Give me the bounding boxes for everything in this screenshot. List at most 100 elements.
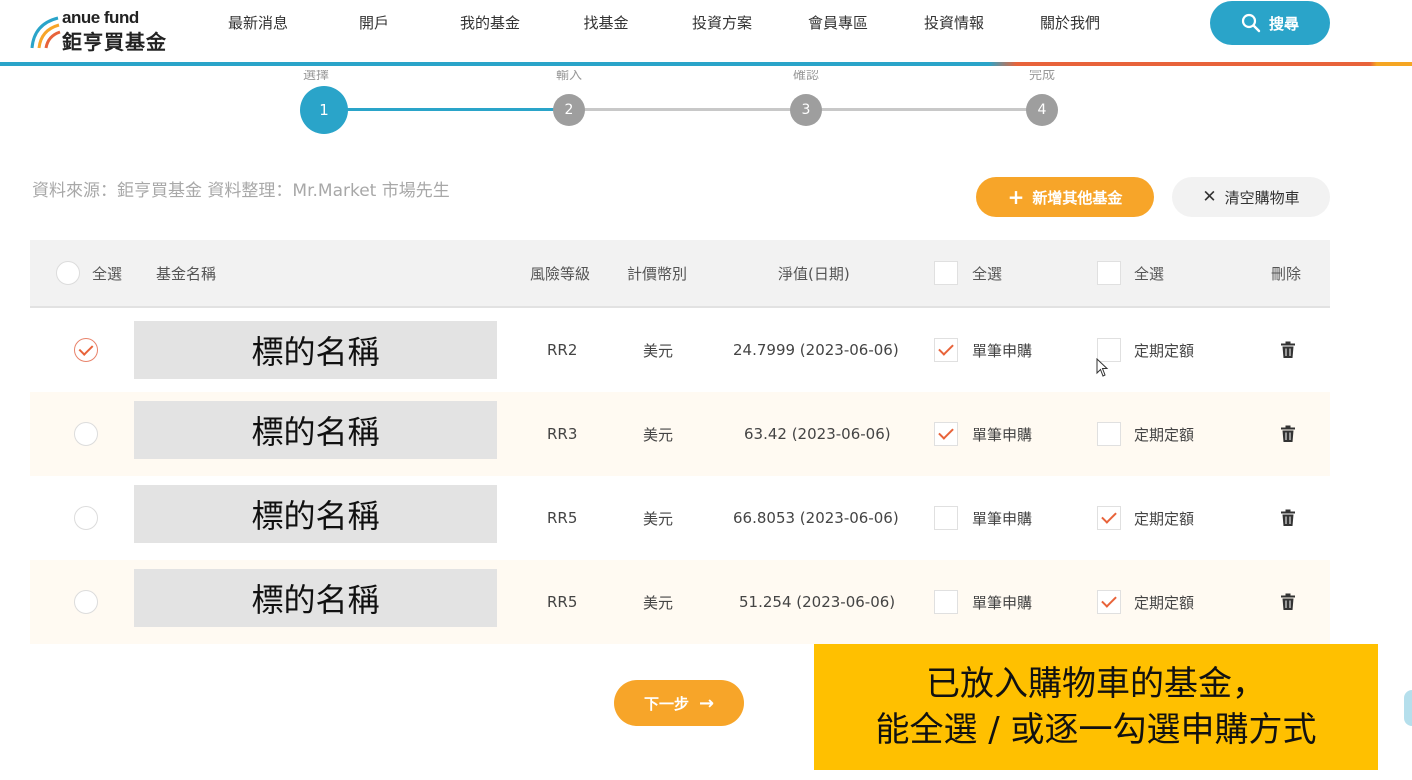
nav-item-find-fund[interactable]: 找基金: [548, 12, 664, 36]
single-checkbox-wrap: [934, 560, 958, 644]
nav-value: 66.8053 (2023-06-06): [733, 509, 899, 527]
search-label: 搜尋: [1268, 14, 1299, 33]
step-label-select: 選擇: [302, 68, 330, 83]
row-select-wrap: [74, 308, 98, 392]
step-1: 1: [300, 86, 348, 134]
clear-cart-button[interactable]: ✕ 清空購物車: [1172, 177, 1330, 217]
select-all-radio[interactable]: [56, 261, 80, 285]
fund-name[interactable]: 標的名稱: [134, 321, 497, 379]
risk-level: RR3: [547, 425, 578, 443]
single-purchase-checkbox[interactable]: [934, 422, 958, 446]
regular-checkbox-wrap: [1097, 308, 1121, 392]
regular-plan-checkbox[interactable]: [1097, 422, 1121, 446]
nav-item-my-funds[interactable]: 我的基金: [432, 12, 548, 36]
next-step-button[interactable]: 下一步 →: [614, 680, 744, 726]
callout-line-1: 已放入購物車的基金，: [926, 664, 1266, 704]
single-purchase-checkbox[interactable]: [934, 338, 958, 362]
table-header: 全選 基金名稱 風險等級 計價幣別 淨值(日期) 全選 全選 刪除: [30, 240, 1330, 308]
single-purchase-checkbox[interactable]: [934, 590, 958, 614]
regular-plan-label: 定期定額: [1134, 425, 1195, 444]
annotation-callout: 已放入購物車的基金， 能全選 / 或逐一勾選申購方式: [814, 644, 1378, 770]
risk-level: RR5: [547, 509, 578, 527]
step-4: 4: [1026, 94, 1058, 126]
trash-icon: [1281, 593, 1295, 610]
regular-plan-checkbox[interactable]: [1097, 590, 1121, 614]
clear-cart-label: 清空購物車: [1224, 188, 1300, 207]
nav-value: 51.254 (2023-06-06): [739, 593, 896, 611]
nav-item-insights[interactable]: 投資情報: [896, 12, 1012, 36]
regular-all-checkbox[interactable]: [1097, 261, 1121, 285]
regular-plan-label: 定期定額: [1134, 509, 1195, 528]
single-all-checkbox[interactable]: [934, 261, 958, 285]
logo-arc-icon: [30, 16, 61, 49]
header-risk: 風險等級: [530, 264, 591, 283]
single-purchase-label: 單筆申購: [972, 509, 1033, 528]
next-step-label: 下一步: [643, 694, 689, 713]
nav-value: 63.42 (2023-06-06): [744, 425, 891, 443]
select-all-radio-wrap: [56, 240, 80, 306]
step-label-confirm: 確認: [792, 68, 820, 83]
source-note: 資料來源：鉅亨買基金 資料整理：Mr.Market 市場先生: [32, 181, 450, 201]
nav-value: 24.7999 (2023-06-06): [733, 341, 899, 359]
nav-item-news[interactable]: 最新消息: [200, 12, 316, 36]
row-select-radio[interactable]: [74, 590, 98, 614]
header-single-all: 全選: [972, 264, 1003, 283]
search-icon: [1241, 13, 1261, 33]
trash-icon: [1281, 509, 1295, 526]
search-button[interactable]: 搜尋: [1210, 1, 1330, 45]
arrow-right-icon: →: [698, 692, 715, 714]
edge-widget[interactable]: [1404, 690, 1412, 726]
trash-icon: [1281, 341, 1295, 358]
regular-checkbox-wrap: [1097, 560, 1121, 644]
step-3: 3: [790, 94, 822, 126]
fund-name[interactable]: 標的名稱: [134, 401, 497, 459]
table-row: 標的名稱 RR5 美元 66.8053 (2023-06-06) 單筆申購 定期…: [30, 476, 1330, 560]
regular-plan-checkbox[interactable]: [1097, 506, 1121, 530]
single-purchase-label: 單筆申購: [972, 593, 1033, 612]
callout-line-2: 能全選 / 或逐一勾選申購方式: [875, 710, 1317, 750]
header-nav: 淨值(日期): [778, 264, 850, 283]
single-purchase-checkbox[interactable]: [934, 506, 958, 530]
header-currency: 計價幣別: [627, 264, 688, 283]
regular-all-checkbox-wrap: [1097, 240, 1121, 306]
nav-item-open-account[interactable]: 開戶: [316, 12, 432, 36]
regular-plan-label: 定期定額: [1134, 341, 1195, 360]
row-select-wrap: [74, 560, 98, 644]
delete-button[interactable]: [1280, 308, 1296, 392]
fund-name[interactable]: 標的名稱: [134, 485, 497, 543]
logo-brand-name: 鉅亨買基金: [62, 30, 167, 54]
nav-item-member[interactable]: 會員專區: [780, 12, 896, 36]
delete-button[interactable]: [1280, 476, 1296, 560]
regular-checkbox-wrap: [1097, 392, 1121, 476]
single-purchase-label: 單筆申購: [972, 425, 1033, 444]
risk-level: RR5: [547, 593, 578, 611]
logo-wordmark: anue fund: [62, 8, 139, 27]
currency: 美元: [643, 509, 674, 528]
single-checkbox-wrap: [934, 476, 958, 560]
nav-item-about[interactable]: 關於我們: [1012, 12, 1128, 36]
delete-button[interactable]: [1280, 392, 1296, 476]
site-header: anue fund 鉅亨買基金 最新消息 開戶 我的基金 找基金 投資方案 會員…: [0, 0, 1412, 66]
risk-level: RR2: [547, 341, 578, 359]
step-2: 2: [553, 94, 585, 126]
single-checkbox-wrap: [934, 392, 958, 476]
logo[interactable]: anue fund 鉅亨買基金: [28, 8, 188, 54]
add-fund-button[interactable]: + 新增其他基金: [976, 177, 1154, 217]
currency: 美元: [643, 341, 674, 360]
fund-name[interactable]: 標的名稱: [134, 569, 497, 627]
close-icon: ✕: [1202, 187, 1217, 207]
nav-item-plans[interactable]: 投資方案: [664, 12, 780, 36]
add-fund-label: 新增其他基金: [1032, 188, 1123, 207]
header-regular-all: 全選: [1134, 264, 1165, 283]
trash-icon: [1281, 425, 1295, 442]
row-select-wrap: [74, 392, 98, 476]
row-select-radio[interactable]: [74, 338, 98, 362]
row-select-radio[interactable]: [74, 422, 98, 446]
step-label-input: 輸入: [555, 68, 583, 83]
delete-button[interactable]: [1280, 560, 1296, 644]
page: anue fund 鉅亨買基金 最新消息 開戶 我的基金 找基金 投資方案 會員…: [0, 0, 1412, 780]
row-select-radio[interactable]: [74, 506, 98, 530]
header-select-all: 全選: [92, 264, 123, 283]
mouse-cursor-icon: [1096, 358, 1109, 377]
currency: 美元: [643, 593, 674, 612]
